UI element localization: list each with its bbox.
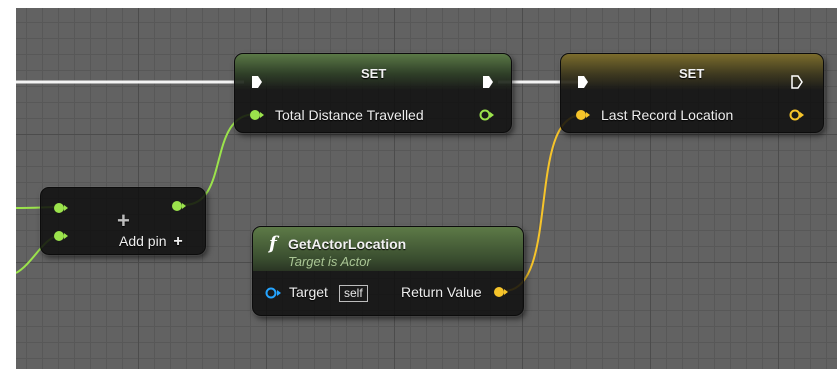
plus-icon: + bbox=[117, 208, 130, 233]
target-label: Target bbox=[289, 284, 328, 300]
variable-label: Last Record Location bbox=[601, 107, 734, 123]
object-target-pin[interactable] bbox=[265, 287, 283, 299]
add-pin-button[interactable]: Add pin + bbox=[119, 233, 183, 251]
float-input-pin[interactable] bbox=[249, 109, 265, 121]
node-title: SET bbox=[679, 66, 705, 81]
float-output-pin[interactable] bbox=[171, 200, 187, 212]
vector-input-pin[interactable] bbox=[575, 109, 591, 121]
float-input-a-pin[interactable] bbox=[53, 202, 69, 214]
set-total-distance-node[interactable]: SET Total Distance Travelled bbox=[234, 53, 512, 133]
target-default-value[interactable]: self bbox=[339, 285, 368, 302]
return-value-label: Return Value bbox=[401, 284, 482, 300]
get-actor-location-node[interactable]: f GetActorLocation Target is Actor Targe… bbox=[252, 226, 524, 316]
add-pin-plus-icon: + bbox=[173, 233, 183, 250]
exec-out-pin[interactable] bbox=[482, 75, 494, 89]
float-input-b-pin[interactable] bbox=[53, 230, 69, 242]
add-pin-label: Add pin bbox=[119, 233, 167, 249]
function-icon: f bbox=[269, 233, 277, 254]
set-last-record-location-node[interactable]: SET Last Record Location bbox=[560, 53, 824, 133]
variable-label: Total Distance Travelled bbox=[275, 107, 424, 123]
node-title: SET bbox=[361, 66, 387, 81]
node-title: GetActorLocation bbox=[288, 236, 407, 252]
float-output-pin[interactable] bbox=[479, 109, 495, 121]
exec-out-pin-unconnected[interactable] bbox=[791, 75, 803, 89]
float-add-node[interactable]: + Add pin + bbox=[40, 187, 206, 255]
vector-output-pin[interactable] bbox=[789, 109, 805, 121]
blueprint-graph-canvas[interactable]: SET Total Distance Travelled SET Last Re… bbox=[16, 8, 837, 369]
vector-return-pin[interactable] bbox=[493, 286, 509, 298]
exec-in-pin[interactable] bbox=[251, 75, 263, 89]
exec-in-pin[interactable] bbox=[577, 75, 589, 89]
node-subtitle: Target is Actor bbox=[288, 254, 371, 269]
